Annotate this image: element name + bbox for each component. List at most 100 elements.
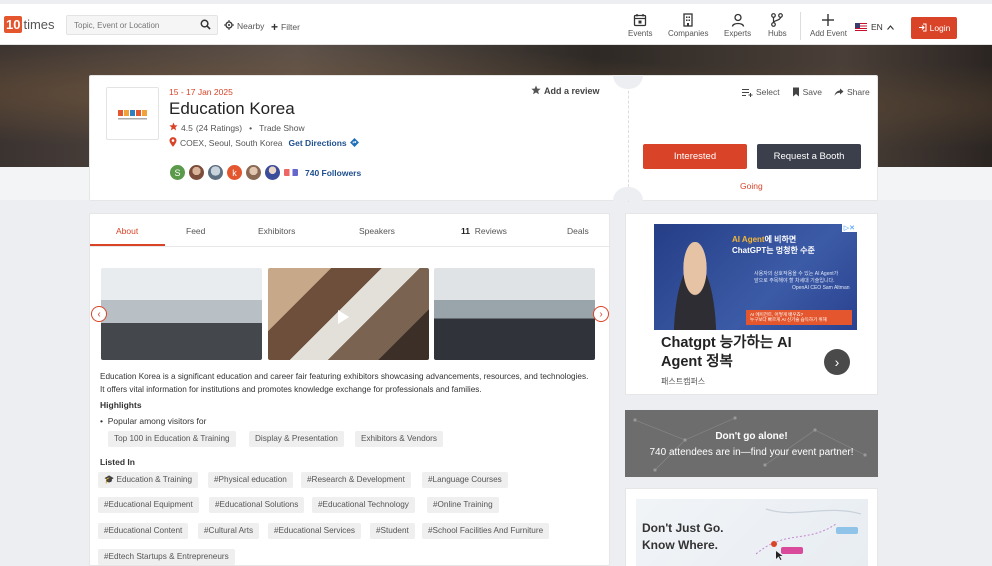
add-event-button[interactable]: Add Event [810, 13, 847, 38]
select-button[interactable]: Select [742, 87, 780, 97]
about-panel: About Feed Exhibitors Speakers 11 Review… [89, 213, 611, 566]
event-date: 15 - 17 Jan 2025 [169, 87, 233, 97]
nav-companies[interactable]: Companies [668, 13, 708, 38]
gallery-photo[interactable] [101, 268, 262, 360]
nav-experts[interactable]: Experts [724, 13, 751, 38]
ad-close-icon[interactable]: ▷✕ [841, 224, 857, 232]
highlights-heading: Highlights [100, 400, 142, 410]
ad-headline-accent: AI Agent [732, 235, 765, 244]
listed-in-heading: Listed In [100, 457, 135, 467]
card-divider [628, 76, 629, 202]
highlight-item: • Popular among visitors for [100, 416, 206, 426]
tag-chip[interactable]: #Language Courses [422, 472, 508, 488]
request-booth-button[interactable]: Request a Booth [757, 144, 861, 169]
search-input[interactable] [67, 16, 191, 34]
tag-chip[interactable]: #Educational Equipment [98, 497, 199, 513]
popular-label: Popular among visitors for [107, 416, 207, 426]
star-icon [169, 122, 178, 133]
nav-divider [800, 12, 801, 40]
tag-chip[interactable]: #Physical education [208, 472, 293, 488]
site-logo[interactable]: 10 times [4, 16, 55, 33]
directions-icon[interactable] [349, 137, 359, 149]
ad-banner-bar: AI 에이전트, 어떻게 배우죠? 누구보다 빠르게 AI 신기술 습득하기 위… [746, 310, 852, 325]
nav-experts-label: Experts [724, 29, 752, 38]
tag-chip[interactable]: #Educational Technology [312, 497, 415, 513]
gallery-next-button[interactable]: › [593, 306, 609, 322]
dot-separator: • [249, 122, 253, 133]
ad-small-line1: 사용자의 상호작용을 수 있는 AI Agent가 [754, 271, 839, 277]
tab-speakers[interactable]: Speakers [359, 226, 395, 236]
highlight-chip[interactable]: Display & Presentation [249, 431, 344, 447]
login-button[interactable]: Login [911, 17, 957, 39]
rating-count[interactable]: (24 Ratings) [196, 123, 242, 133]
ticket-notch-top [613, 75, 643, 89]
highlight-chip[interactable]: Top 100 in Education & Training [108, 431, 236, 447]
hub-icon [771, 13, 784, 27]
search-icon[interactable] [200, 19, 211, 33]
tag-chip[interactable]: #Student [370, 523, 415, 539]
save-label: Save [802, 87, 822, 97]
ad-next-button[interactable]: › [824, 349, 850, 375]
tag-chip[interactable]: #Cultural Arts [198, 523, 260, 539]
play-icon[interactable] [338, 310, 349, 324]
get-directions-link[interactable]: Get Directions [289, 138, 347, 148]
share-button[interactable]: Share [834, 87, 870, 97]
tab-feed[interactable]: Feed [186, 226, 205, 236]
event-logo [106, 87, 159, 140]
list-add-icon [742, 88, 753, 97]
venue-map-promo[interactable]: Don't Just Go. Know Where. [625, 488, 878, 566]
tab-deals[interactable]: Deals [567, 226, 589, 236]
add-review-button[interactable]: Add a review [531, 85, 600, 97]
chevron-right-icon: › [599, 308, 603, 320]
ad-title-line1: Chatgpt 능가하는 AI [661, 335, 792, 351]
user-icon [731, 13, 744, 27]
partner-title: Don't go alone! [715, 431, 788, 442]
nearby-label: Nearby [237, 21, 265, 31]
ad-caption: OpenAI CEO Sam Altman [792, 285, 850, 291]
gallery-photo[interactable] [434, 268, 595, 360]
highlight-chip[interactable]: Exhibitors & Vendors [355, 431, 444, 447]
know-line2: Know Where. [642, 538, 719, 552]
add-review-label: Add a review [544, 86, 600, 96]
login-icon [918, 23, 927, 34]
tag-chip[interactable]: #School Facilities And Furniture [422, 523, 550, 539]
avatar: S [169, 164, 186, 181]
tag-chip[interactable]: #Research & Development [301, 472, 411, 488]
nearby-button[interactable]: Nearby [224, 20, 264, 32]
chevron-left-icon: ‹ [97, 308, 101, 320]
gallery-prev-button[interactable]: ‹ [91, 306, 107, 322]
tag-chip[interactable]: #Edtech Startups & Entrepreneurs [98, 549, 235, 565]
going-link[interactable]: Going [740, 181, 763, 191]
filter-button[interactable]: + Filter [271, 20, 300, 34]
event-header-card: 15 - 17 Jan 2025 Education Korea 4.5 (24… [89, 75, 878, 202]
nav-events[interactable]: Events [628, 13, 652, 38]
nav-hubs-label: Hubs [768, 29, 787, 38]
tag-chip[interactable]: #Educational Services [268, 523, 362, 539]
ad-portrait [668, 242, 722, 330]
partner-subtitle: 740 attendees are in—find your event par… [649, 447, 854, 458]
tag-chip[interactable]: #Online Training [427, 497, 499, 513]
followers-count[interactable]: 740 Followers [305, 168, 361, 178]
avatar [188, 164, 205, 181]
language-selector[interactable]: EN [855, 22, 894, 32]
ad-image[interactable]: AI Agent에 비하면 ChatGPT는 멍청한 수준 사용자의 상호작용을… [654, 224, 857, 330]
save-button[interactable]: Save [792, 87, 822, 97]
tab-about[interactable]: About [116, 226, 138, 236]
login-label: Login [929, 23, 951, 33]
filter-label: Filter [281, 22, 300, 32]
sponsored-ad[interactable]: AI Agent에 비하면 ChatGPT는 멍청한 수준 사용자의 상호작용을… [625, 213, 878, 395]
tag-chip[interactable]: #Educational Content [98, 523, 189, 539]
location-text[interactable]: COEX, Seoul, South Korea [180, 138, 283, 148]
interested-button[interactable]: Interested [643, 144, 747, 169]
event-type: Trade Show [259, 122, 305, 133]
tag-chip[interactable]: #Educational Solutions [209, 497, 305, 513]
ad-small-line2: 앞으로 주목해야 할 차세대 기술입니다. [754, 278, 835, 284]
tab-exhibitors[interactable]: Exhibitors [258, 226, 295, 236]
tab-reviews[interactable]: 11 Reviews [461, 226, 507, 236]
followers-row[interactable]: S k 740 Followers [169, 164, 361, 181]
logo-number: 10 [4, 16, 23, 33]
category-label: Education & Training [116, 475, 193, 484]
category-chip[interactable]: 🎓 Education & Training [98, 472, 199, 488]
nav-hubs[interactable]: Hubs [768, 13, 787, 38]
find-partner-banner[interactable]: Don't go alone! 740 attendees are in—fin… [625, 410, 878, 477]
